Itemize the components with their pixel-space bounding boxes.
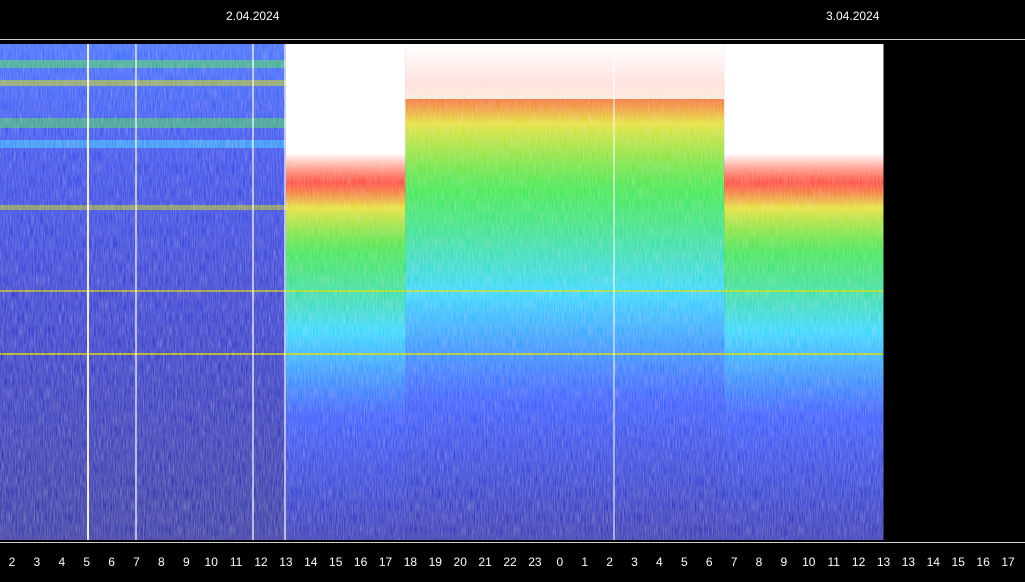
early-band-3 <box>0 140 286 148</box>
early-band-2 <box>0 118 286 128</box>
x-tick-label: 18 <box>404 555 418 569</box>
x-tick-label: 8 <box>158 555 165 569</box>
x-tick-label: 12 <box>254 555 268 569</box>
early-band-4 <box>0 205 286 210</box>
x-tick-label: 4 <box>58 555 65 569</box>
x-tick-label: 10 <box>802 555 816 569</box>
x-tick-label: 19 <box>429 555 443 569</box>
early-band-0 <box>0 60 286 68</box>
horizontal-line-1 <box>0 353 884 355</box>
spectrogram-plot: 2 3 4 5 6 7 8 9 10 11 12 13 14 15 16 17 18 19 20 21 22 23 0 1 2 3… <box>0 44 1015 569</box>
spectrogram-chart: 2.04.2024 3.04.2024 2 3 4 5 6 7 8 9 10 1… <box>0 0 1025 582</box>
x-tick-label: 8 <box>756 555 763 569</box>
x-tick-label: 0 <box>556 555 563 569</box>
x-tick-label: 15 <box>952 555 966 569</box>
x-tick-label: 7 <box>731 555 738 569</box>
x-tick-label: 5 <box>681 555 688 569</box>
segment-mid-cap <box>405 44 725 99</box>
vertical-line-3 <box>613 44 615 540</box>
x-tick-label: 11 <box>827 555 840 569</box>
x-tick-label: 2 <box>606 555 613 569</box>
early-band-1 <box>0 80 286 86</box>
x-tick-label: 17 <box>379 555 393 569</box>
x-tick-label: 12 <box>852 555 866 569</box>
x-tick-label: 13 <box>877 555 891 569</box>
x-tick-label: 3 <box>34 555 41 569</box>
x-tick-label: 14 <box>927 555 941 569</box>
x-tick-label: 13 <box>902 555 916 569</box>
vertical-line-4 <box>284 44 286 540</box>
vertical-line-1 <box>135 44 137 540</box>
vertical-line-2 <box>252 44 254 540</box>
x-tick-label: 2 <box>9 555 16 569</box>
x-tick-label: 16 <box>976 555 990 569</box>
x-tick-label: 1 <box>581 555 588 569</box>
bottom-axis-line <box>0 542 1025 543</box>
x-tick-label: 6 <box>108 555 115 569</box>
x-tick-label: 9 <box>781 555 788 569</box>
x-tick-label: 13 <box>279 555 293 569</box>
x-tick-label: 16 <box>354 555 368 569</box>
x-tick-label: 15 <box>329 555 343 569</box>
x-tick-label: 7 <box>133 555 140 569</box>
x-tick-label: 23 <box>528 555 542 569</box>
x-tick-label: 22 <box>503 555 517 569</box>
x-tick-label: 20 <box>454 555 468 569</box>
x-tick-label: 4 <box>656 555 663 569</box>
x-tick-label: 3 <box>631 555 638 569</box>
x-tick-label: 9 <box>183 555 190 569</box>
x-tick-label: 21 <box>478 555 492 569</box>
vertical-line-0 <box>87 44 89 540</box>
x-tick-label: 11 <box>230 555 243 569</box>
x-tick-label: 14 <box>304 555 318 569</box>
x-tick-label: 5 <box>83 555 90 569</box>
horizontal-line-0 <box>0 290 884 292</box>
x-tick-label: 17 <box>1001 555 1015 569</box>
x-tick-label: 6 <box>706 555 713 569</box>
x-tick-label: 10 <box>205 555 219 569</box>
